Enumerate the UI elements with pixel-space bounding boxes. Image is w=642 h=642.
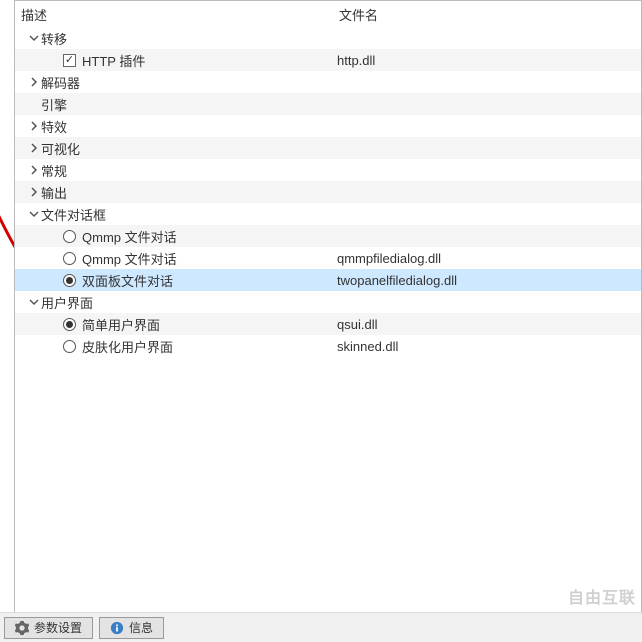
cell-description: 解码器: [15, 71, 333, 93]
cell-filename: http.dll: [333, 53, 641, 68]
watermark-text: 自由互联: [568, 584, 636, 608]
plugins-panel: 描述 文件名 转移HTTP 插件http.dll解码器引擎特效可视化常规输出文件…: [14, 0, 642, 642]
row-label: 皮肤化用户界面: [82, 337, 173, 356]
row-label: Qmmp 文件对话: [82, 227, 177, 246]
tree-row[interactable]: 转移: [15, 27, 641, 49]
cell-description: 用户界面: [15, 291, 333, 313]
radio[interactable]: [63, 274, 76, 287]
column-filename[interactable]: 文件名: [333, 1, 641, 27]
chevron-down-icon[interactable]: [27, 295, 41, 309]
chevron-right-icon[interactable]: [27, 185, 41, 199]
cell-filename: skinned.dll: [333, 339, 641, 354]
chevron-down-icon[interactable]: [27, 207, 41, 221]
cell-description: 文件对话框: [15, 203, 333, 225]
tree-row[interactable]: 特效: [15, 115, 641, 137]
info-icon: [110, 621, 124, 635]
tree-row[interactable]: 常规: [15, 159, 641, 181]
tree-row[interactable]: Qmmp 文件对话: [15, 225, 641, 247]
cell-filename: qsui.dll: [333, 317, 641, 332]
cell-description: 皮肤化用户界面: [15, 335, 333, 357]
row-label: 引擎: [41, 95, 67, 114]
row-label: 用户界面: [41, 293, 93, 312]
row-label: 文件对话框: [41, 205, 106, 224]
row-label: 输出: [41, 183, 67, 202]
cell-description: 转移: [15, 27, 333, 49]
info-button[interactable]: 信息: [99, 617, 164, 639]
cell-description: 双面板文件对话: [15, 269, 333, 291]
column-description[interactable]: 描述: [15, 1, 333, 27]
cell-description: 常规: [15, 159, 333, 181]
cell-description: Qmmp 文件对话: [15, 247, 333, 269]
chevron-right-icon[interactable]: [27, 141, 41, 155]
settings-button-label: 参数设置: [34, 619, 82, 636]
gear-icon: [15, 621, 29, 635]
radio[interactable]: [63, 230, 76, 243]
cell-description: HTTP 插件: [15, 49, 333, 71]
tree-row[interactable]: 皮肤化用户界面 skinned.dll: [15, 335, 641, 357]
tree-row[interactable]: Qmmp 文件对话 qmmpfiledialog.dll: [15, 247, 641, 269]
tree-row[interactable]: 简单用户界面 qsui.dll: [15, 313, 641, 335]
row-label: HTTP 插件: [82, 51, 145, 70]
cell-filename: qmmpfiledialog.dll: [333, 251, 641, 266]
chevron-down-icon[interactable]: [27, 31, 41, 45]
tree-row[interactable]: 用户界面: [15, 291, 641, 313]
tree-row[interactable]: 解码器: [15, 71, 641, 93]
radio[interactable]: [63, 340, 76, 353]
row-label: 简单用户界面: [82, 315, 160, 334]
tree-row[interactable]: 文件对话框: [15, 203, 641, 225]
row-label: 常规: [41, 161, 67, 180]
cell-description: 简单用户界面: [15, 313, 333, 335]
tree-row[interactable]: 可视化: [15, 137, 641, 159]
table-header: 描述 文件名: [15, 1, 641, 27]
settings-button[interactable]: 参数设置: [4, 617, 93, 639]
bottom-toolbar: 参数设置 信息: [0, 612, 642, 642]
tree-row[interactable]: 双面板文件对话 twopanelfiledialog.dll: [15, 269, 641, 291]
tree-row[interactable]: 输出: [15, 181, 641, 203]
cell-description: 特效: [15, 115, 333, 137]
cell-description: Qmmp 文件对话: [15, 225, 333, 247]
checkbox[interactable]: [63, 54, 76, 67]
chevron-right-icon[interactable]: [27, 119, 41, 133]
cell-filename: twopanelfiledialog.dll: [333, 273, 641, 288]
row-label: 可视化: [41, 139, 80, 158]
chevron-right-icon[interactable]: [27, 75, 41, 89]
chevron-right-icon[interactable]: [27, 163, 41, 177]
tree-row[interactable]: HTTP 插件 http.dll: [15, 49, 641, 71]
row-label: Qmmp 文件对话: [82, 249, 177, 268]
cell-description: 输出: [15, 181, 333, 203]
tree-row[interactable]: 引擎: [15, 93, 641, 115]
row-label: 解码器: [41, 73, 80, 92]
radio[interactable]: [63, 252, 76, 265]
info-button-label: 信息: [129, 619, 153, 636]
radio[interactable]: [63, 318, 76, 331]
cell-description: 引擎: [15, 93, 333, 115]
plugins-tree[interactable]: 转移 HTTP 插件 http.dll 解码器引擎特效可视化常规输出文件对话框 Qmmp…: [15, 27, 641, 641]
row-label: 特效: [41, 117, 67, 136]
row-label: 转移: [41, 29, 67, 48]
row-label: 双面板文件对话: [82, 271, 173, 290]
cell-description: 可视化: [15, 137, 333, 159]
